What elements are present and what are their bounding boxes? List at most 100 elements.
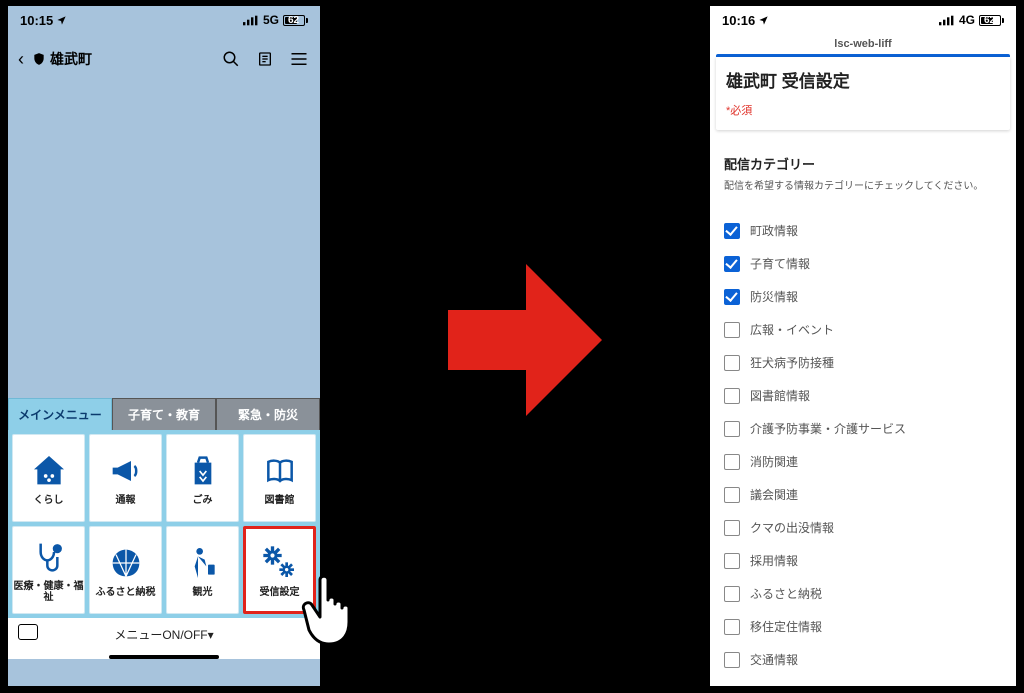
tab-main[interactable]: メインメニュー <box>8 398 112 430</box>
tab-childcare[interactable]: 子育て・教育 <box>112 398 216 430</box>
category-label: 図書館情報 <box>750 387 810 404</box>
category-label: 移住定住情報 <box>750 618 822 635</box>
category-label: 消防関連 <box>750 453 798 470</box>
category-label: 子育て情報 <box>750 255 810 272</box>
location-icon <box>758 15 769 26</box>
signal-icon <box>939 15 955 26</box>
arrow-right-icon <box>448 260 602 420</box>
category-label: 交通情報 <box>750 651 798 668</box>
stethoscope-icon <box>29 537 69 577</box>
pointer-hand-icon <box>300 570 372 648</box>
hamburger-icon <box>290 52 308 66</box>
signal-icon <box>243 15 259 26</box>
category-item[interactable]: クマの出没情報 <box>724 511 1002 544</box>
tile-label: 観光 <box>193 587 213 598</box>
tile-garbage[interactable]: ごみ <box>166 434 239 522</box>
checkbox[interactable] <box>724 487 740 503</box>
tile-furusato[interactable]: ふるさと納税 <box>89 526 162 614</box>
checkbox[interactable] <box>724 388 740 404</box>
header-title: 雄武町 <box>50 49 208 69</box>
tile-label: ごみ <box>193 495 213 506</box>
checkbox[interactable] <box>724 322 740 338</box>
category-section: 配信カテゴリー 配信を希望する情報カテゴリーにチェックしてください。 <box>710 144 1016 196</box>
checkbox[interactable] <box>724 454 740 470</box>
category-item[interactable]: 図書館情報 <box>724 379 1002 412</box>
keyboard-icon <box>18 624 38 640</box>
category-item[interactable]: 介護予防事業・介護サービス <box>724 412 1002 445</box>
category-label: ふるさと納税 <box>750 585 822 602</box>
category-item[interactable]: ふるさと納税 <box>724 577 1002 610</box>
category-item[interactable]: 採用情報 <box>724 544 1002 577</box>
menu-button[interactable] <box>288 48 310 70</box>
tile-health[interactable]: 医療・健康・福祉 <box>12 526 85 614</box>
battery-icon: 62 <box>979 15 1004 26</box>
category-item[interactable]: 移住定住情報 <box>724 610 1002 643</box>
checkbox[interactable] <box>724 421 740 437</box>
house-icon <box>29 451 69 491</box>
status-time: 10:16 <box>722 13 755 28</box>
category-label: クマの出没情報 <box>750 519 834 536</box>
document-icon <box>257 50 273 68</box>
category-item[interactable]: 消防関連 <box>724 445 1002 478</box>
menu-toggle[interactable]: メニューON/OFF▾ <box>8 618 320 651</box>
checkbox[interactable] <box>724 586 740 602</box>
tile-library[interactable]: 図書館 <box>243 434 316 522</box>
category-label: 採用情報 <box>750 552 798 569</box>
book-icon <box>260 451 300 491</box>
page-title: 雄武町 受信設定 <box>726 67 1000 92</box>
section-description: 配信を希望する情報カテゴリーにチェックしてください。 <box>724 177 1002 192</box>
tile-tourism[interactable]: 観光 <box>166 526 239 614</box>
category-item[interactable]: 交通情報 <box>724 643 1002 676</box>
bag-icon <box>183 451 223 491</box>
document-button[interactable] <box>254 48 276 70</box>
tile-label: 医療・健康・福祉 <box>13 581 84 603</box>
checkbox[interactable] <box>724 289 740 305</box>
category-item[interactable]: 町政情報 <box>724 214 1002 247</box>
category-item[interactable]: 議会関連 <box>724 478 1002 511</box>
checkbox[interactable] <box>724 223 740 239</box>
required-label: *必須 <box>726 102 1000 118</box>
search-button[interactable] <box>220 48 242 70</box>
tab-emergency[interactable]: 緊急・防災 <box>216 398 320 430</box>
gears-icon <box>260 543 300 583</box>
category-item[interactable]: 狂犬病予防接種 <box>724 346 1002 379</box>
search-icon <box>222 50 240 68</box>
category-label: 町政情報 <box>750 222 798 239</box>
category-label: 広報・イベント <box>750 321 834 338</box>
webview-title: lsc-web-liff <box>710 34 1016 54</box>
tile-label: 通報 <box>116 495 136 506</box>
tile-label: 受信設定 <box>260 587 300 598</box>
location-icon <box>56 15 67 26</box>
status-bar: 10:16 4G 62 <box>710 6 1016 34</box>
checkbox[interactable] <box>724 553 740 569</box>
phone-screen-right: 10:16 4G 62 lsc-web-liff 雄武町 受信設定 *必須 配信… <box>708 4 1018 688</box>
tile-label: くらし <box>34 495 64 506</box>
tile-grid: くらし 通報 ごみ 図書館 医療・健康・福祉 ふるさと納税 観光 受信設定 <box>8 430 320 618</box>
category-item[interactable]: 子育て情報 <box>724 247 1002 280</box>
tile-kurashi[interactable]: くらし <box>12 434 85 522</box>
tile-report[interactable]: 通報 <box>89 434 162 522</box>
checkbox[interactable] <box>724 355 740 371</box>
app-header: ‹ 雄武町 <box>8 34 320 80</box>
category-label: 議会関連 <box>750 486 798 503</box>
network-label: 5G <box>263 13 279 27</box>
status-time: 10:15 <box>20 13 53 28</box>
shell-icon <box>106 543 146 583</box>
category-label: 防災情報 <box>750 288 798 305</box>
battery-icon: 62 <box>283 15 308 26</box>
checkbox[interactable] <box>724 619 740 635</box>
category-label: 介護予防事業・介護サービス <box>750 420 906 437</box>
background-sky <box>8 80 320 398</box>
shield-icon <box>32 51 46 67</box>
checkbox[interactable] <box>724 520 740 536</box>
tile-label: ふるさと納税 <box>96 587 156 598</box>
megaphone-icon <box>106 451 146 491</box>
back-button[interactable]: ‹ <box>18 49 24 70</box>
category-list: 町政情報子育て情報防災情報広報・イベント狂犬病予防接種図書館情報介護予防事業・介… <box>710 196 1016 676</box>
category-item[interactable]: 広報・イベント <box>724 313 1002 346</box>
checkbox[interactable] <box>724 256 740 272</box>
category-item[interactable]: 防災情報 <box>724 280 1002 313</box>
checkbox[interactable] <box>724 652 740 668</box>
tab-row: メインメニュー 子育て・教育 緊急・防災 <box>8 398 320 430</box>
status-bar: 10:15 5G 62 <box>8 6 320 34</box>
